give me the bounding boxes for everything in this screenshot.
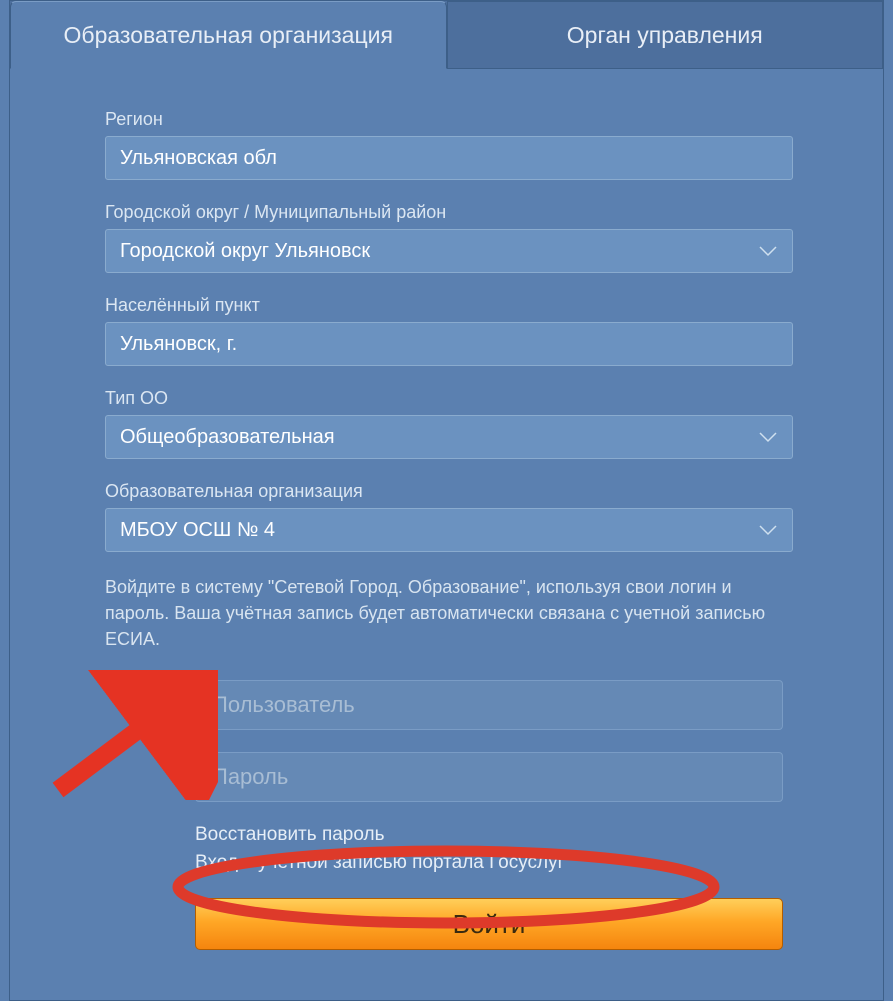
recover-password-link[interactable]: Восстановить пароль (195, 824, 783, 846)
password-input[interactable] (195, 752, 783, 802)
form-content: Регион Ульяновская обл Городской округ /… (10, 69, 883, 1000)
chevron-down-icon (758, 519, 778, 542)
org-select[interactable]: МБОУ ОСШ № 4 (105, 508, 793, 552)
info-text: Войдите в систему "Сетевой Город. Образо… (105, 574, 793, 652)
tab-governing-body[interactable]: Орган управления (447, 1, 884, 69)
locality-select[interactable]: Ульяновск, г. (105, 322, 793, 366)
type-value: Общеобразовательная (120, 426, 335, 449)
username-input[interactable] (195, 680, 783, 730)
esia-login-link[interactable]: Вход с учетной записью портала Госуслуг (195, 852, 783, 874)
credentials-area: Восстановить пароль Вход с учетной запис… (105, 680, 793, 950)
field-type: Тип ОО Общеобразовательная (105, 388, 793, 459)
login-button[interactable]: Войти (195, 898, 783, 950)
region-label: Регион (105, 109, 793, 130)
type-label: Тип ОО (105, 388, 793, 409)
region-value: Ульяновская обл (120, 147, 277, 170)
login-panel: Образовательная организация Орган управл… (9, 0, 884, 1001)
district-value: Городской округ Ульяновск (120, 240, 370, 263)
tabs-row: Образовательная организация Орган управл… (10, 1, 883, 69)
chevron-down-icon (758, 426, 778, 449)
tab-label: Орган управления (567, 22, 763, 49)
tab-educational-org[interactable]: Образовательная организация (10, 1, 447, 69)
region-select[interactable]: Ульяновская обл (105, 136, 793, 180)
org-label: Образовательная организация (105, 481, 793, 502)
locality-value: Ульяновск, г. (120, 333, 237, 356)
field-org: Образовательная организация МБОУ ОСШ № 4 (105, 481, 793, 552)
district-label: Городской округ / Муниципальный район (105, 202, 793, 223)
field-region: Регион Ульяновская обл (105, 109, 793, 180)
locality-label: Населённый пункт (105, 295, 793, 316)
tab-label: Образовательная организация (64, 22, 393, 49)
chevron-down-icon (758, 240, 778, 263)
type-select[interactable]: Общеобразовательная (105, 415, 793, 459)
field-locality: Населённый пункт Ульяновск, г. (105, 295, 793, 366)
field-district: Городской округ / Муниципальный район Го… (105, 202, 793, 273)
org-value: МБОУ ОСШ № 4 (120, 519, 275, 542)
district-select[interactable]: Городской округ Ульяновск (105, 229, 793, 273)
